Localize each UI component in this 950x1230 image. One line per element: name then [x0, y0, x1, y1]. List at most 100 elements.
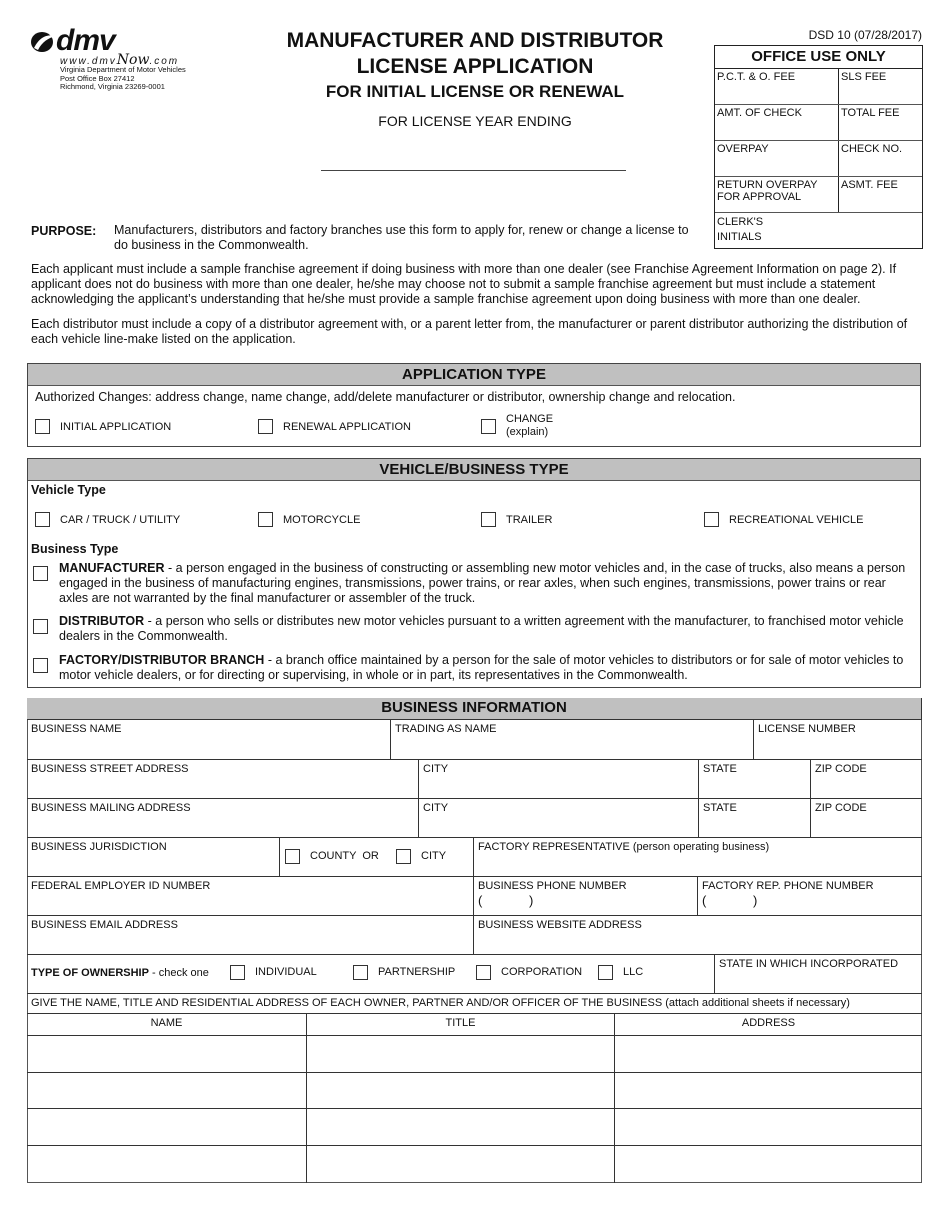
corporation-checkbox[interactable] [476, 965, 491, 980]
owner-address-input[interactable] [615, 1036, 922, 1073]
owner-address-input[interactable] [615, 1073, 922, 1109]
owners-col-name: NAME [27, 1014, 307, 1036]
fein-field[interactable]: FEDERAL EMPLOYER ID NUMBER [27, 877, 474, 916]
recreational-vehicle-checkbox[interactable] [704, 512, 719, 527]
ownership-label-text: TYPE OF OWNERSHIP [31, 967, 149, 979]
vehicle-business-section: VEHICLE/BUSINESS TYPE Vehicle Type CAR /… [27, 458, 921, 688]
area-code-close: ) [753, 893, 758, 908]
business-phone-field[interactable]: BUSINESS PHONE NUMBER ( ) [474, 877, 698, 916]
county-checkbox[interactable] [285, 849, 300, 864]
business-info-header: BUSINESS INFORMATION [27, 698, 922, 720]
mailing-city-field[interactable]: CITY [419, 799, 699, 838]
business-name-field[interactable]: BUSINESS NAME [27, 720, 391, 760]
manufacturer-option[interactable]: MANUFACTURER - a person engaged in the b… [33, 561, 913, 606]
state-incorporated-field[interactable]: STATE IN WHICH INCORPORATED [715, 955, 922, 994]
check-no-field: CHECK NO. [841, 143, 903, 155]
office-use-box: OFFICE USE ONLY P.C.T. & O. FEE SLS FEE … [714, 45, 923, 249]
license-year-field[interactable] [321, 170, 626, 171]
owner-title-input[interactable] [307, 1146, 615, 1183]
factory-branch-checkbox[interactable] [33, 658, 48, 673]
car-truck-option[interactable]: CAR / TRUCK / UTILITY [35, 512, 180, 527]
owner-name-input[interactable] [27, 1146, 307, 1183]
option-label: RECREATIONAL VEHICLE [729, 513, 864, 526]
county-option[interactable]: COUNTY OR [285, 849, 379, 864]
dmv-logo: dmv www.dmvNow.com Virginia Department o… [30, 26, 230, 98]
owner-title-input[interactable] [307, 1036, 615, 1073]
business-email-field[interactable]: BUSINESS EMAIL ADDRESS [27, 916, 474, 955]
trailer-option[interactable]: TRAILER [481, 512, 552, 527]
change-option[interactable]: CHANGE (explain) [481, 413, 553, 439]
agency-address: Virginia Department of Motor Vehicles Po… [60, 65, 186, 92]
partnership-option[interactable]: PARTNERSHIP [353, 965, 455, 980]
initial-application-checkbox[interactable] [35, 419, 50, 434]
option-label: CHANGE [506, 413, 554, 425]
owner-name-input[interactable] [27, 1109, 307, 1146]
mailing-address-field[interactable]: BUSINESS MAILING ADDRESS [27, 799, 419, 838]
factory-rep-phone-field[interactable]: FACTORY REP. PHONE NUMBER ( ) [698, 877, 922, 916]
title-line-2: LICENSE APPLICATION [356, 55, 594, 78]
initial-application-option[interactable]: INITIAL APPLICATION [35, 419, 171, 434]
factory-representative-field[interactable]: FACTORY REPRESENTATIVE (person operating… [474, 838, 922, 877]
office-row: OVERPAY CHECK NO. [715, 141, 922, 177]
motorcycle-option[interactable]: MOTORCYCLE [258, 512, 360, 527]
option-label: INITIAL APPLICATION [60, 420, 172, 433]
street-state-field[interactable]: STATE [699, 760, 811, 799]
asmt-fee-field: ASMT. FEE [841, 179, 898, 191]
business-type-definition: - a person who sells or distributes new … [59, 614, 904, 643]
city-option[interactable]: CITY [396, 849, 446, 864]
owner-title-input[interactable] [307, 1073, 615, 1109]
motorcycle-checkbox[interactable] [258, 512, 273, 527]
distributor-checkbox[interactable] [33, 619, 48, 634]
vehicle-type-label: Vehicle Type [31, 483, 106, 497]
business-type-term: MANUFACTURER [59, 561, 165, 575]
llc-option[interactable]: LLC [598, 965, 643, 980]
business-website-field[interactable]: BUSINESS WEBSITE ADDRESS [474, 916, 922, 955]
office-row: CLERK'S INITIALS [715, 213, 922, 248]
distributor-option[interactable]: DISTRIBUTOR - a person who sells or dist… [33, 614, 913, 644]
partnership-checkbox[interactable] [353, 965, 368, 980]
owner-name-input[interactable] [27, 1036, 307, 1073]
renewal-application-option[interactable]: RENEWAL APPLICATION [258, 419, 411, 434]
business-type-term: DISTRIBUTOR [59, 614, 145, 628]
change-checkbox[interactable] [481, 418, 496, 434]
recreational-vehicle-option[interactable]: RECREATIONAL VEHICLE [704, 512, 863, 527]
trailer-checkbox[interactable] [481, 512, 496, 527]
option-sublabel: (explain) [506, 426, 549, 438]
option-label: MOTORCYCLE [283, 513, 361, 526]
llc-checkbox[interactable] [598, 965, 613, 980]
city-checkbox[interactable] [396, 849, 411, 864]
field-label: BUSINESS PHONE NUMBER [478, 880, 627, 892]
form-subtitle: FOR INITIAL LICENSE OR RENEWAL [325, 82, 625, 101]
form-title: MANUFACTURER AND DISTRIBUTOR LICENSE APP… [260, 28, 690, 130]
vehicle-business-header: VEHICLE/BUSINESS TYPE [28, 459, 920, 481]
individual-option[interactable]: INDIVIDUAL [230, 965, 317, 980]
manufacturer-checkbox[interactable] [33, 566, 48, 581]
option-label: INDIVIDUAL [255, 966, 317, 978]
total-fee-field: TOTAL FEE [841, 107, 900, 119]
renewal-application-checkbox[interactable] [258, 419, 273, 434]
car-truck-checkbox[interactable] [35, 512, 50, 527]
corporation-option[interactable]: CORPORATION [476, 965, 582, 980]
street-address-field[interactable]: BUSINESS STREET ADDRESS [27, 760, 419, 799]
street-zip-field[interactable]: ZIP CODE [811, 760, 922, 799]
option-label: CORPORATION [501, 966, 583, 978]
factory-branch-option[interactable]: FACTORY/DISTRIBUTOR BRANCH - a branch of… [33, 653, 913, 683]
initials-label: INITIALS [717, 231, 762, 243]
application-type-header: APPLICATION TYPE [28, 364, 920, 386]
mailing-state-field[interactable]: STATE [699, 799, 811, 838]
ownership-label: TYPE OF OWNERSHIP - check one [31, 967, 209, 980]
business-jurisdiction-field[interactable]: BUSINESS JURISDICTION [27, 838, 280, 877]
trading-as-field[interactable]: TRADING AS NAME [391, 720, 754, 760]
owner-name-input[interactable] [27, 1073, 307, 1109]
street-city-field[interactable]: CITY [419, 760, 699, 799]
mailing-zip-field[interactable]: ZIP CODE [811, 799, 922, 838]
field-label: FACTORY REP. PHONE NUMBER [702, 880, 874, 892]
individual-checkbox[interactable] [230, 965, 245, 980]
business-type-definition: - a person engaged in the business of co… [59, 561, 906, 605]
owner-title-input[interactable] [307, 1109, 615, 1146]
license-number-field[interactable]: LICENSE NUMBER [754, 720, 922, 760]
application-type-section: APPLICATION TYPE Authorized Changes: add… [27, 363, 921, 447]
owner-address-input[interactable] [615, 1109, 922, 1146]
business-type-term: FACTORY/DISTRIBUTOR BRANCH [59, 653, 265, 667]
owner-address-input[interactable] [615, 1146, 922, 1183]
